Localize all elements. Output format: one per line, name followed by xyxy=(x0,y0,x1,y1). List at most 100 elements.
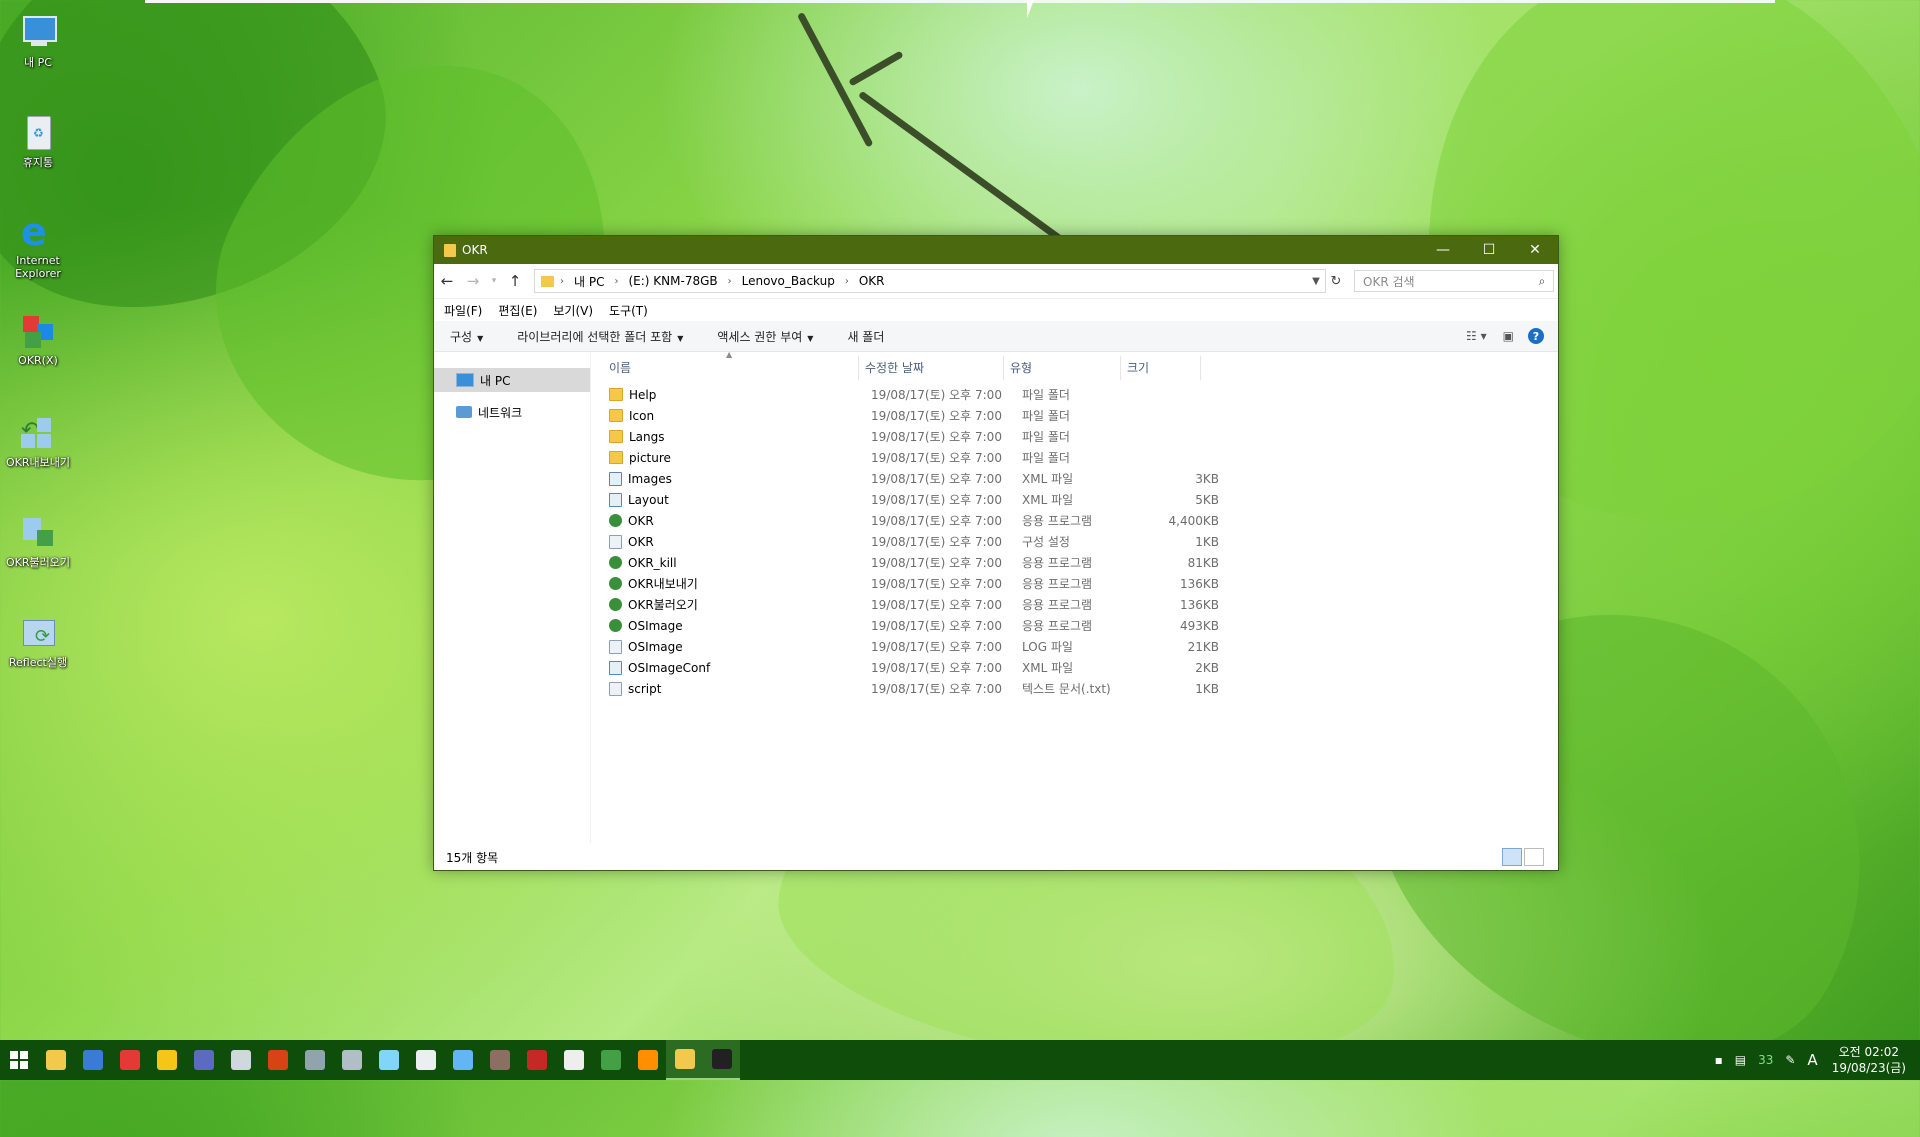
file-row[interactable]: OSImage 19/08/17(토) 오후 7:00 응용 프로그램 493KB xyxy=(603,615,1558,636)
breadcrumb-item[interactable]: OKR xyxy=(859,274,885,288)
file-row[interactable]: script 19/08/17(토) 오후 7:00 텍스트 문서(.txt) 1KB xyxy=(603,678,1558,699)
taskbar-app-shield[interactable] xyxy=(555,1040,592,1080)
file-row[interactable]: Help 19/08/17(토) 오후 7:00 파일 폴더 xyxy=(603,384,1558,405)
desktop-icon-internet-explorer[interactable]: e Internet Explorer xyxy=(0,210,76,280)
address-bar[interactable]: › 내 PC › (E:) KNM-78GB › Lenovo_Backup ›… xyxy=(534,269,1326,293)
new-folder-button[interactable]: 새 폴더 xyxy=(837,328,894,345)
file-row[interactable]: OSImageConf 19/08/17(토) 오후 7:00 XML 파일 2KB xyxy=(603,657,1558,678)
file-row[interactable]: Layout 19/08/17(토) 오후 7:00 XML 파일 5KB xyxy=(603,489,1558,510)
internet-explorer-icon: e xyxy=(21,210,47,254)
minimize-button[interactable]: — xyxy=(1420,236,1466,264)
desktop-icon-okr-import[interactable]: OKR불러오기 xyxy=(0,512,76,569)
file-name: Icon xyxy=(629,408,655,423)
window-titlebar[interactable]: OKR — ☐ ✕ xyxy=(434,236,1558,264)
desktop-icon-okr[interactable]: OKR(X) xyxy=(0,310,76,367)
search-input[interactable]: OKR 검색 ⌕ xyxy=(1354,270,1554,292)
forward-button[interactable]: → xyxy=(460,272,486,290)
file-row[interactable]: Langs 19/08/17(토) 오후 7:00 파일 폴더 xyxy=(603,426,1558,447)
include-in-library-label: 라이브러리에 선택한 폴더 포함 xyxy=(517,329,673,344)
file-row[interactable]: picture 19/08/17(토) 오후 7:00 파일 폴더 xyxy=(603,447,1558,468)
help-icon[interactable]: ? xyxy=(1528,328,1544,344)
close-button[interactable]: ✕ xyxy=(1512,236,1558,264)
chevron-right-icon: › xyxy=(614,275,619,287)
file-name: OSImage xyxy=(628,639,683,654)
file-row[interactable]: OKR 19/08/17(토) 오후 7:00 응용 프로그램 4,400KB xyxy=(603,510,1558,531)
view-toggle xyxy=(1500,848,1544,866)
include-in-library-button[interactable]: 라이브러리에 선택한 폴더 포함 ▼ xyxy=(507,328,693,345)
view-options-icon[interactable]: ☷ ▾ xyxy=(1466,329,1487,343)
taskbar-app-file-explorer[interactable] xyxy=(37,1040,74,1080)
breadcrumb-item[interactable]: Lenovo_Backup xyxy=(742,274,835,288)
large-icons-view-button[interactable] xyxy=(1524,848,1544,866)
pen-tray-icon[interactable]: ✎ xyxy=(1785,1053,1795,1067)
taskbar-app-tool-g[interactable] xyxy=(444,1040,481,1080)
taskbar-app-sync[interactable] xyxy=(592,1040,629,1080)
recent-locations-button[interactable]: ▾ xyxy=(486,276,502,286)
taskbar-app-player[interactable] xyxy=(148,1040,185,1080)
taskbar-app-browser[interactable] xyxy=(185,1040,222,1080)
taskbar-app-explorer-open[interactable] xyxy=(666,1040,703,1080)
file-row[interactable]: Icon 19/08/17(토) 오후 7:00 파일 폴더 xyxy=(603,405,1558,426)
nav-item-this-pc[interactable]: 내 PC xyxy=(434,368,590,392)
file-row[interactable]: OKR내보내기 19/08/17(토) 오후 7:00 응용 프로그램 136KB xyxy=(603,573,1558,594)
file-row[interactable]: OSImage 19/08/17(토) 오후 7:00 LOG 파일 21KB xyxy=(603,636,1558,657)
taskbar-app-tool-i[interactable] xyxy=(518,1040,555,1080)
network-tray-icon[interactable]: ▪ xyxy=(1715,1053,1723,1067)
ime-indicator[interactable]: A xyxy=(1807,1051,1817,1069)
maximize-button[interactable]: ☐ xyxy=(1466,236,1512,264)
file-icon xyxy=(609,471,622,486)
taskbar-app-tool-a[interactable] xyxy=(222,1040,259,1080)
explorer-body: 내 PC 네트워크 ▲ 이름 수정한 날짜 유형 크기 Help 19/08/17… xyxy=(434,350,1558,843)
menu-file[interactable]: 파일(F) xyxy=(444,302,482,319)
taskbar-app-tool-e[interactable] xyxy=(370,1040,407,1080)
share-with-button[interactable]: 액세스 권한 부여 ▼ xyxy=(707,328,823,345)
taskbar-app-anydesk[interactable] xyxy=(111,1040,148,1080)
folder-icon xyxy=(609,409,623,422)
taskbar-clock[interactable]: 오전 02:02 19/08/23(금) xyxy=(1832,1044,1906,1076)
menu-view[interactable]: 보기(V) xyxy=(553,302,593,319)
taskbar-app-tool-c[interactable] xyxy=(296,1040,333,1080)
details-view-button[interactable] xyxy=(1502,848,1522,866)
nav-item-network[interactable]: 네트워크 xyxy=(434,400,590,424)
file-row[interactable]: Images 19/08/17(토) 오후 7:00 XML 파일 3KB xyxy=(603,468,1558,489)
taskbar-app-remote-desktop[interactable] xyxy=(74,1040,111,1080)
file-size: 5KB xyxy=(1195,492,1219,507)
menu-edit[interactable]: 편집(E) xyxy=(498,302,537,319)
taskbar-app-tool-h[interactable] xyxy=(481,1040,518,1080)
taskbar-app-terminal[interactable] xyxy=(703,1040,740,1080)
file-size: 1KB xyxy=(1195,534,1219,549)
breadcrumb-item[interactable]: (E:) KNM-78GB xyxy=(628,274,717,288)
up-button[interactable]: ↑ xyxy=(502,272,528,290)
start-button[interactable] xyxy=(0,1040,37,1080)
file-row[interactable]: OKR_kill 19/08/17(토) 오후 7:00 응용 프로그램 81KB xyxy=(603,552,1558,573)
preview-pane-icon[interactable]: ▣ xyxy=(1503,329,1514,343)
back-button[interactable]: ← xyxy=(434,272,460,290)
desktop-icon-okr-export[interactable]: ↶ OKR내보내기 xyxy=(0,412,76,469)
column-header-type[interactable]: 유형 xyxy=(1004,356,1121,380)
taskbar-app-tool-f[interactable] xyxy=(407,1040,444,1080)
system-tray: ▪ ▤ 33 ✎ A 오전 02:02 19/08/23(금) xyxy=(1709,1044,1920,1076)
desktop-icon-recycle-bin[interactable]: ♻ 휴지통 xyxy=(0,112,76,169)
player-icon xyxy=(156,1050,177,1070)
organize-button[interactable]: 구성 ▼ xyxy=(440,328,493,345)
desktop-icon-reflect[interactable]: ⟳ Reflect실행 xyxy=(0,612,76,669)
column-header-size[interactable]: 크기 xyxy=(1121,356,1201,380)
refresh-button[interactable]: ↻ xyxy=(1326,274,1346,289)
file-row[interactable]: OKR 19/08/17(토) 오후 7:00 구성 설정 1KB xyxy=(603,531,1558,552)
display-tray-icon[interactable]: ▤ xyxy=(1735,1053,1746,1067)
taskbar-app-tool-b[interactable] xyxy=(259,1040,296,1080)
file-row[interactable]: OKR불러오기 19/08/17(토) 오후 7:00 응용 프로그램 136KB xyxy=(603,594,1558,615)
breadcrumb-item[interactable]: 내 PC xyxy=(574,273,604,290)
column-header-name[interactable]: 이름 xyxy=(603,356,859,380)
chevron-down-icon[interactable]: ▼ xyxy=(1307,276,1325,287)
file-name-cell: Layout xyxy=(603,492,865,507)
column-header-date[interactable]: 수정한 날짜 xyxy=(859,356,1004,380)
desktop-icon-my-pc[interactable]: 내 PC xyxy=(0,12,76,69)
taskbar-app-tool-d[interactable] xyxy=(333,1040,370,1080)
taskbar-app-tool-j[interactable] xyxy=(629,1040,666,1080)
file-date: 19/08/17(토) 오후 7:00 xyxy=(871,598,1002,612)
column-header-row: 이름 수정한 날짜 유형 크기 xyxy=(603,356,1558,380)
file-name-cell: OSImage xyxy=(603,619,865,633)
tray-badge[interactable]: 33 xyxy=(1758,1053,1773,1067)
menu-tools[interactable]: 도구(T) xyxy=(609,302,648,319)
